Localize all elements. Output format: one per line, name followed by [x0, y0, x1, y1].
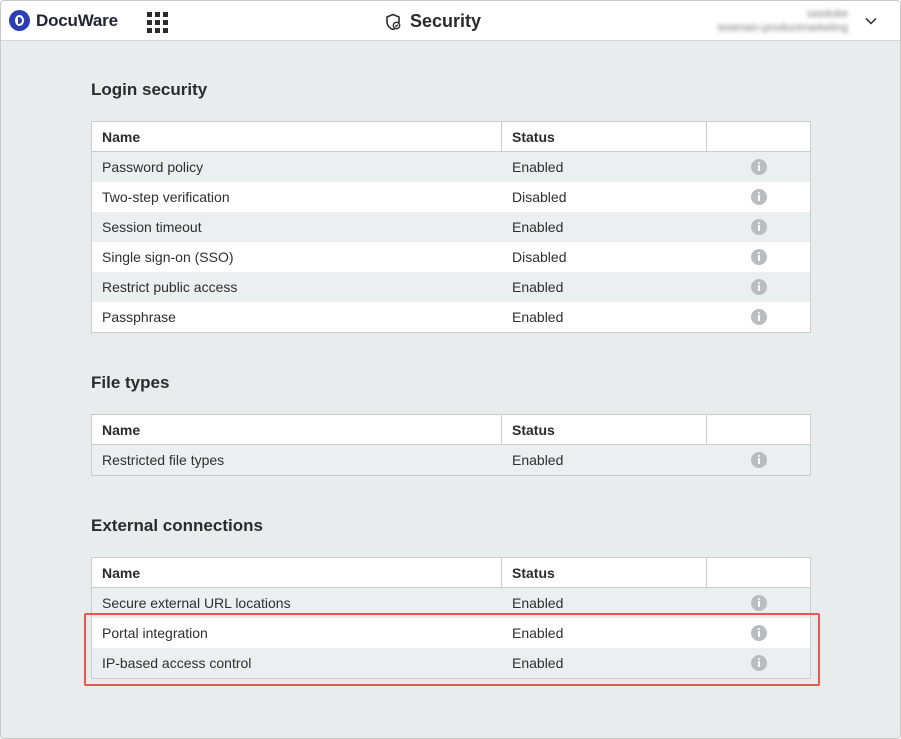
row-name: Password policy — [102, 159, 204, 175]
top-bar: DocuWare Security sasduke testmain-produ… — [1, 1, 900, 41]
table-row[interactable]: Secure external URL locations Enabled — [92, 588, 810, 618]
column-header-name: Name — [92, 558, 502, 587]
page-title: Security — [384, 11, 481, 32]
table-row[interactable]: Session timeout Enabled — [92, 212, 810, 242]
info-icon[interactable] — [750, 159, 767, 175]
row-status: Enabled — [512, 309, 564, 325]
info-icon[interactable] — [750, 625, 767, 641]
column-header-status: Status — [502, 122, 707, 151]
table-row[interactable]: Password policy Enabled — [92, 152, 810, 182]
section-title-external-connections: External connections — [91, 516, 263, 535]
brand-name: DocuWare — [36, 10, 118, 30]
docuware-logo[interactable]: DocuWare — [9, 10, 118, 31]
info-icon[interactable] — [750, 595, 767, 611]
info-icon[interactable] — [750, 189, 767, 205]
row-status: Enabled — [512, 159, 564, 175]
docuware-logo-icon — [9, 10, 30, 31]
shield-icon — [386, 13, 401, 30]
row-status: Enabled — [512, 595, 564, 611]
column-header-name: Name — [92, 122, 502, 151]
external-connections-table: Name Status Secure external URL location… — [91, 557, 811, 679]
row-name: Single sign-on (SSO) — [102, 249, 234, 265]
row-name: IP-based access control — [102, 655, 252, 671]
table-header: Name Status — [92, 558, 810, 588]
table-row[interactable]: Portal integration Enabled — [92, 618, 810, 648]
row-name: Restricted file types — [102, 452, 225, 468]
info-icon[interactable] — [750, 309, 767, 325]
row-status: Enabled — [512, 655, 564, 671]
table-row[interactable]: Passphrase Enabled — [92, 302, 810, 332]
row-status: Enabled — [512, 279, 564, 295]
table-header: Name Status — [92, 415, 810, 445]
table-row[interactable]: Restrict public access Enabled — [92, 272, 810, 302]
row-name: Restrict public access — [102, 279, 238, 295]
info-icon[interactable] — [750, 452, 767, 468]
info-icon[interactable] — [750, 219, 767, 235]
row-status: Disabled — [512, 249, 567, 265]
column-header-name: Name — [92, 415, 502, 444]
app-window: DocuWare Security sasduke testmain-produ… — [0, 0, 901, 739]
info-icon[interactable] — [750, 279, 767, 295]
table-row[interactable]: Restricted file types Enabled — [92, 445, 810, 475]
row-name: Portal integration — [102, 625, 208, 641]
table-row[interactable]: IP-based access control Enabled — [92, 648, 810, 678]
row-status: Disabled — [512, 189, 567, 205]
info-icon[interactable] — [750, 249, 767, 265]
section-title-file-types: File types — [91, 373, 170, 392]
row-name: Passphrase — [102, 309, 176, 325]
column-header-status: Status — [502, 415, 707, 444]
row-name: Secure external URL locations — [102, 595, 291, 611]
table-row[interactable]: Two-step verification Disabled — [92, 182, 810, 212]
info-icon[interactable] — [750, 655, 767, 671]
user-info[interactable]: sasduke testmain-productmarketing — [688, 7, 848, 35]
row-status: Enabled — [512, 452, 564, 468]
table-row[interactable]: Single sign-on (SSO) Disabled — [92, 242, 810, 272]
user-name: sasduke — [807, 8, 848, 20]
row-name: Session timeout — [102, 219, 202, 235]
row-name: Two-step verification — [102, 189, 230, 205]
file-types-table: Name Status Restricted file types Enable… — [91, 414, 811, 476]
section-title-login-security: Login security — [91, 80, 208, 99]
login-security-table: Name Status Password policy Enabled Two-… — [91, 121, 811, 333]
apps-grid-icon[interactable] — [147, 12, 168, 33]
page-title-text: Security — [410, 11, 482, 31]
table-header: Name Status — [92, 122, 810, 152]
row-status: Enabled — [512, 625, 564, 641]
row-status: Enabled — [512, 219, 564, 235]
user-org: testmain-productmarketing — [717, 22, 848, 34]
column-header-status: Status — [502, 558, 707, 587]
chevron-down-icon[interactable] — [864, 14, 878, 28]
